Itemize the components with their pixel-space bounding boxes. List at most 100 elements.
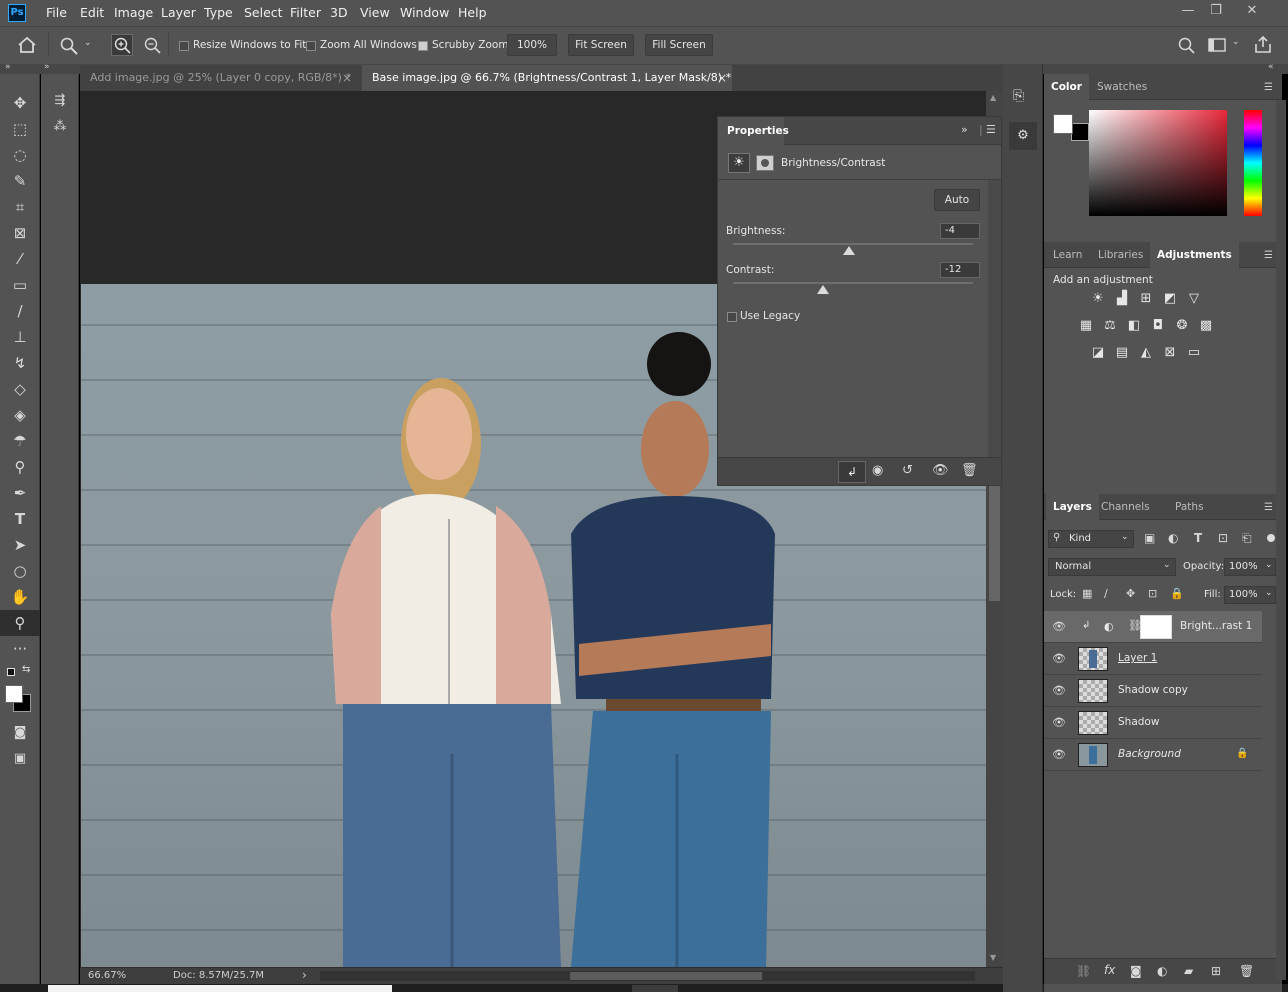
lasso-tool-icon[interactable]: ◌ <box>0 142 40 168</box>
dodge-tool-icon[interactable]: ⚲ <box>0 454 40 480</box>
pen-tool-icon[interactable]: ✒ <box>0 480 40 506</box>
swap-colors-icon[interactable]: ⇆ <box>22 664 30 675</box>
tab-swatches[interactable]: Swatches <box>1090 74 1154 100</box>
menu-filter[interactable]: Filter <box>290 5 321 20</box>
visibility-eye-icon[interactable]: 👁 <box>932 463 949 478</box>
tab-channels[interactable]: Channels <box>1094 494 1157 520</box>
scrubby-zoom-checkbox[interactable] <box>418 41 428 51</box>
fill-screen-button[interactable]: Fill Screen <box>645 34 713 56</box>
menu-help[interactable]: Help <box>458 5 487 20</box>
move-tool-icon[interactable]: ✥ <box>0 90 40 116</box>
adjustment-icon[interactable]: ◐ <box>1157 964 1167 978</box>
use-legacy-checkbox[interactable] <box>727 312 737 322</box>
blur-tool-icon[interactable]: ☂ <box>0 428 40 454</box>
resize-windows-checkbox[interactable] <box>179 41 189 51</box>
auto-button[interactable]: Auto <box>934 189 980 211</box>
menu-edit[interactable]: Edit <box>80 5 104 20</box>
contrast-slider-track[interactable] <box>733 282 973 284</box>
scroll-up-icon[interactable]: ▲ <box>990 93 996 102</box>
zoom-tool-icon[interactable] <box>60 37 78 55</box>
color-balance-icon[interactable]: ⚖ <box>1100 317 1120 335</box>
tab-layers[interactable]: Layers <box>1046 494 1099 520</box>
workspace-icon[interactable] <box>1208 38 1226 52</box>
properties-scrollbar[interactable] <box>988 180 1001 457</box>
history-brush-tool-icon[interactable]: ↯ <box>0 350 40 376</box>
frame-tool-icon[interactable]: ⊠ <box>0 220 40 246</box>
panel-menu-icon[interactable]: ☰ <box>986 123 996 136</box>
right-edge-scrollbar[interactable] <box>1276 100 1286 980</box>
folder-icon[interactable]: ▰ <box>1184 964 1193 978</box>
layer-thumbnail[interactable] <box>1078 743 1108 767</box>
filter-adjustment-icon[interactable]: ◐ <box>1168 531 1178 545</box>
scroll-thumb[interactable] <box>989 486 1000 601</box>
ellipse-tool-icon[interactable]: ○ <box>0 558 40 584</box>
opacity-field[interactable]: 100% ⌄ <box>1224 558 1276 576</box>
panel-menu-icon[interactable]: ☰ <box>1264 82 1273 93</box>
filter-toggle-icon[interactable] <box>1267 534 1275 542</box>
layer-thumbnail[interactable] <box>1078 679 1108 703</box>
zoom-tool-icon[interactable]: ⚲ <box>0 610 40 636</box>
layer-thumbnail[interactable] <box>1078 711 1108 735</box>
menu-view[interactable]: View <box>360 5 390 20</box>
foreground-color-swatch[interactable] <box>5 685 23 703</box>
black-white-icon[interactable]: ◧ <box>1124 317 1144 335</box>
zoom-percent-field[interactable]: 100% <box>507 34 557 56</box>
quick-select-tool-icon[interactable]: ✎ <box>0 168 40 194</box>
collapse-panels-icon[interactable]: « <box>1268 62 1274 72</box>
lock-artboard-icon[interactable]: ⊡ <box>1148 587 1157 600</box>
default-colors-icon[interactable] <box>7 668 15 676</box>
zoom-all-windows-checkbox[interactable] <box>306 41 316 51</box>
eraser-tool-icon[interactable]: ◇ <box>0 376 40 402</box>
scroll-down-icon[interactable]: ▼ <box>990 953 996 962</box>
menu-layer[interactable]: Layer <box>161 5 196 20</box>
channel-mixer-icon[interactable]: ❂ <box>1172 317 1192 335</box>
menu-image[interactable]: Image <box>114 5 153 20</box>
lock-transparent-icon[interactable]: ▦ <box>1082 587 1092 600</box>
lock-all-icon[interactable]: 🔒 <box>1170 587 1184 600</box>
tab-add-image[interactable]: Add image.jpg @ 25% (Layer 0 copy, RGB/8… <box>80 65 358 91</box>
delete-icon[interactable]: 🗑 <box>961 463 978 478</box>
fit-screen-button[interactable]: Fit Screen <box>568 34 634 56</box>
properties-panel-icon[interactable]: ⚙ <box>1009 122 1037 150</box>
lock-image-icon[interactable]: ∕ <box>1104 587 1108 600</box>
layer-name[interactable]: Bright...rast 1 <box>1180 620 1252 632</box>
gradient-map-icon[interactable]: ▭ <box>1184 344 1204 362</box>
home-icon[interactable] <box>18 37 36 53</box>
menu-window[interactable]: Window <box>400 5 449 20</box>
link-icon[interactable]: ⛓ <box>1076 964 1091 978</box>
layer-filter-select[interactable]: ⚲ Kind ⌄ <box>1048 530 1134 548</box>
brightness-slider-thumb[interactable] <box>843 246 855 255</box>
menu-file[interactable]: File <box>46 5 67 20</box>
levels-icon[interactable]: ▟ <box>1112 290 1132 308</box>
exposure-icon[interactable]: ◩ <box>1160 290 1180 308</box>
eyedropper-tool-icon[interactable]: ⁄ <box>0 246 40 272</box>
collapse-icon[interactable]: » <box>961 123 968 136</box>
minimize-button[interactable]: — <box>1178 3 1198 21</box>
menu-3d[interactable]: 3D <box>330 5 348 20</box>
posterize-icon[interactable]: ▤ <box>1112 344 1132 362</box>
selective-color-icon[interactable]: ⊠ <box>1160 344 1180 362</box>
adjustments-brush-icon[interactable]: ⇶ <box>41 88 79 114</box>
brightness-slider-track[interactable] <box>733 243 973 245</box>
type-tool-icon[interactable]: T <box>0 506 40 532</box>
chevron-down-icon[interactable]: ⌄ <box>1232 37 1240 47</box>
expand-toolbar-icon[interactable]: » <box>5 62 11 72</box>
visibility-eye-icon[interactable]: 👁 <box>1052 652 1066 665</box>
threshold-icon[interactable]: ◭ <box>1136 344 1156 362</box>
reset-icon[interactable]: ↺ <box>902 463 913 478</box>
layer-row-background[interactable]: 👁 Background 🔒 <box>1044 739 1262 771</box>
brush-settings-icon[interactable]: ⁂ <box>41 114 79 140</box>
menu-type[interactable]: Type <box>204 5 233 20</box>
path-selection-tool-icon[interactable]: ➤ <box>0 532 40 558</box>
layer-row-brightness[interactable]: 👁 ↲ ◐ ⛓ Bright...rast 1 <box>1044 611 1262 643</box>
zoom-in-button[interactable] <box>111 34 133 56</box>
share-icon[interactable] <box>1254 36 1272 54</box>
close-tab-icon[interactable]: × <box>342 71 352 85</box>
scroll-thumb[interactable] <box>570 972 762 980</box>
zoom-out-icon[interactable] <box>142 35 162 55</box>
photo-filter-icon[interactable]: ◘ <box>1148 317 1168 335</box>
layer-row-shadow-copy[interactable]: 👁 Shadow copy <box>1044 675 1262 707</box>
trash-icon[interactable]: 🗑 <box>1239 964 1254 978</box>
tab-libraries[interactable]: Libraries <box>1091 242 1150 268</box>
zoom-level[interactable]: 66.67% <box>88 970 126 981</box>
